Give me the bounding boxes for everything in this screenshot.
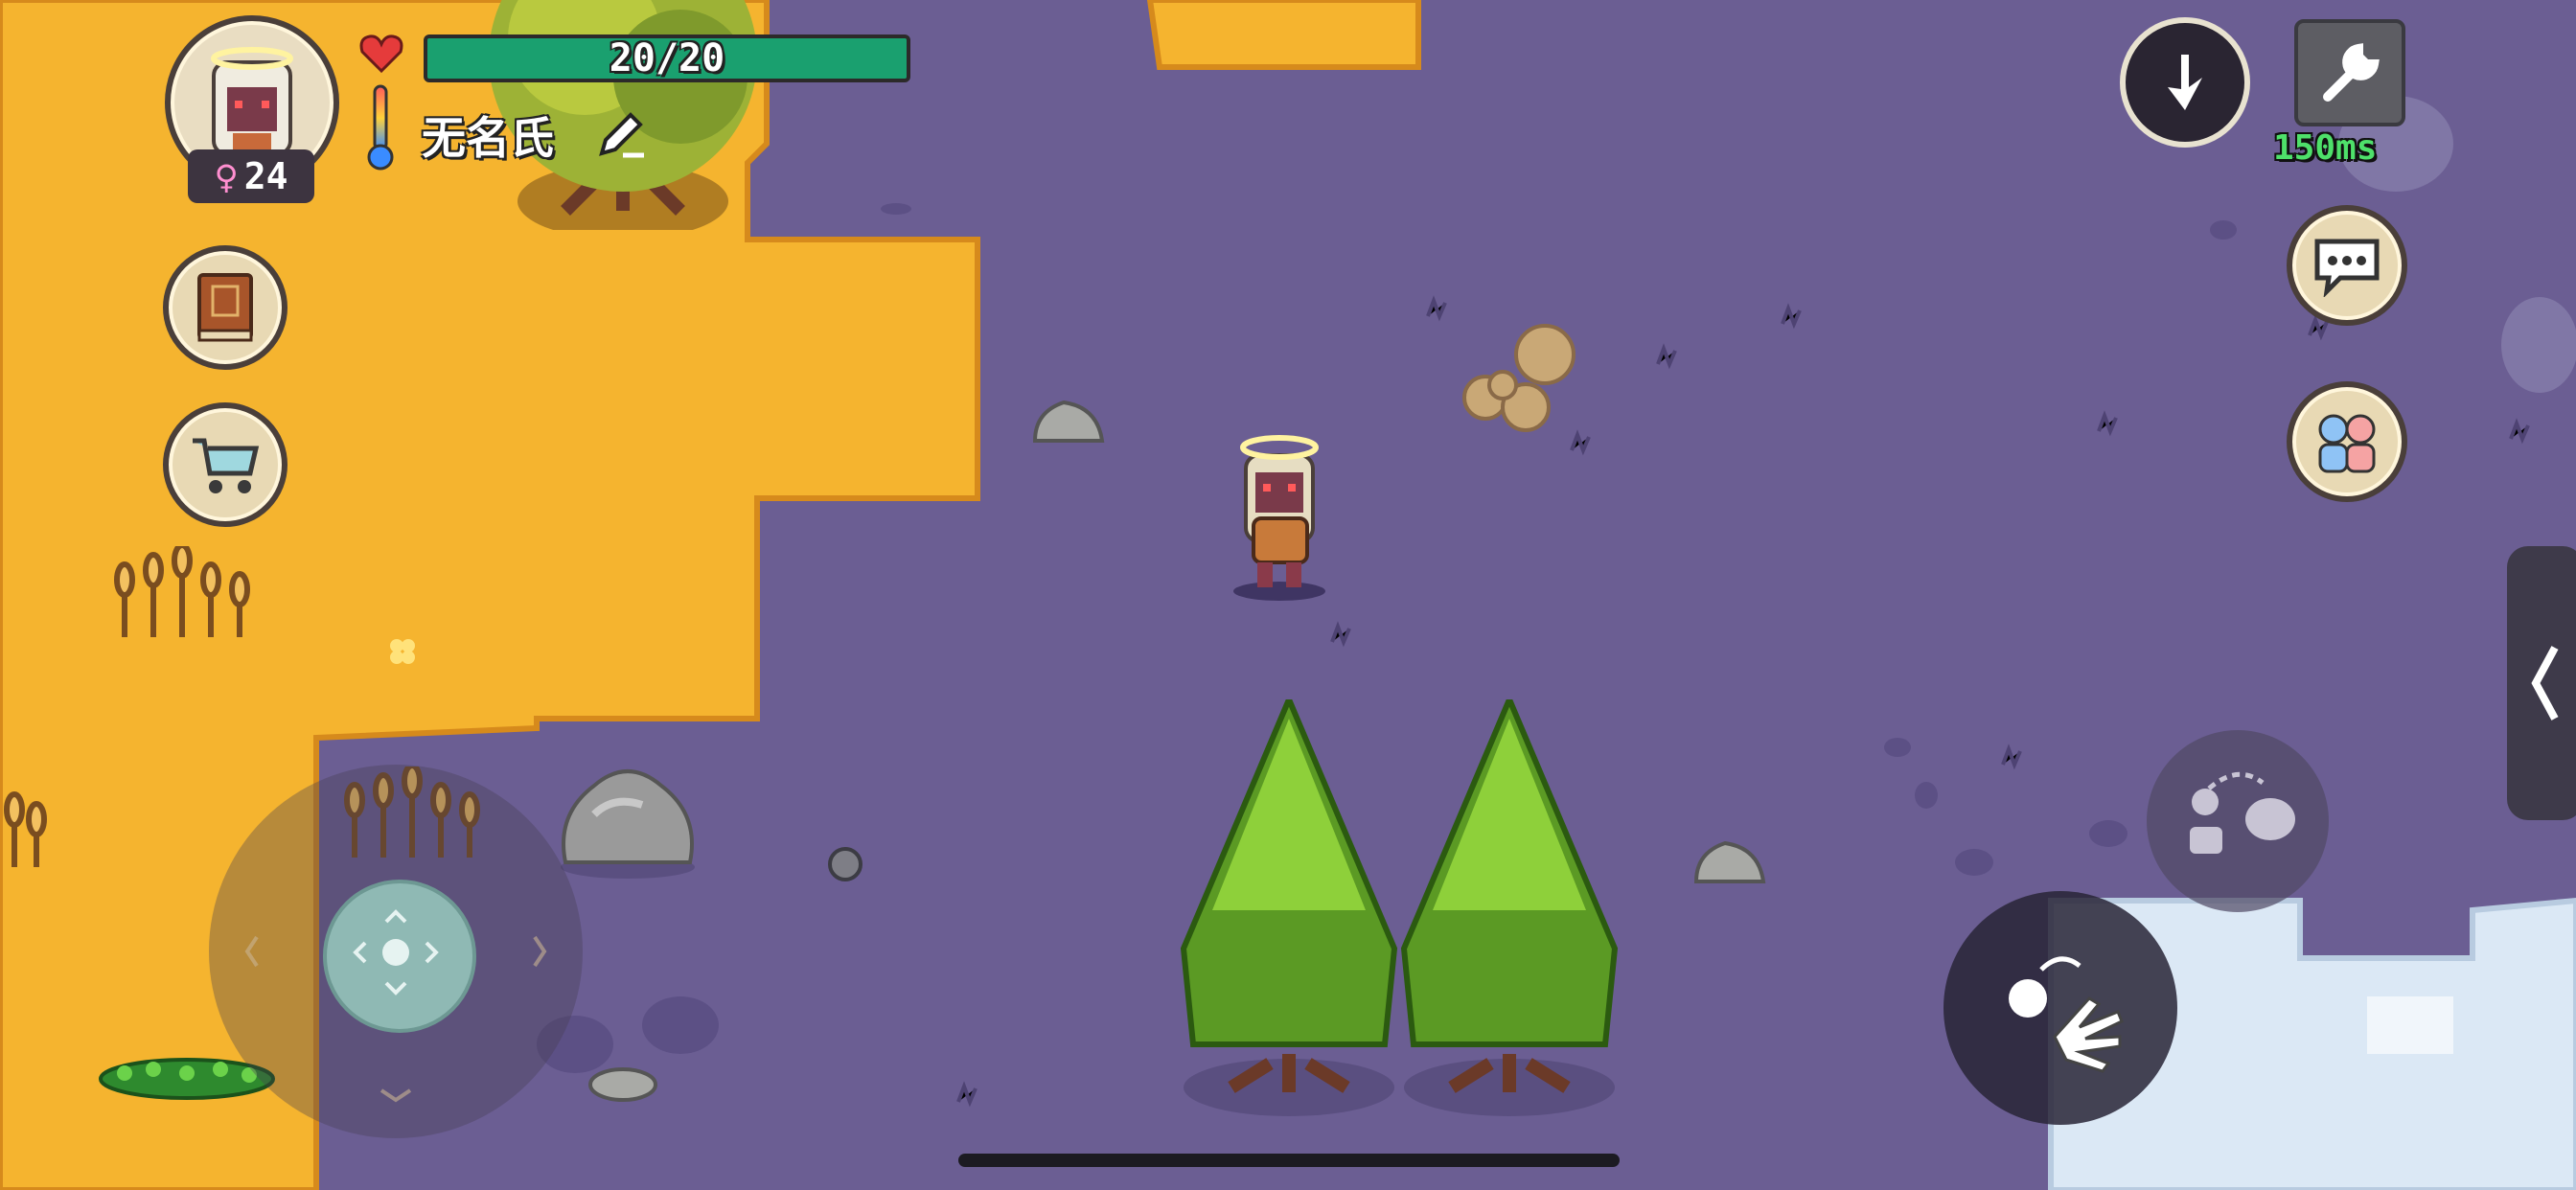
health-bar: 20/20 bbox=[424, 34, 910, 82]
settings-button[interactable] bbox=[2294, 19, 2405, 126]
clay-pile[interactable] bbox=[1438, 316, 1591, 441]
wheat-plant[interactable] bbox=[0, 776, 48, 872]
shopping-cart-icon bbox=[193, 438, 260, 493]
interact-button[interactable] bbox=[1944, 891, 2177, 1125]
family-button[interactable] bbox=[2287, 381, 2407, 502]
chat-button[interactable] bbox=[2287, 205, 2407, 326]
wrench-icon bbox=[2323, 43, 2380, 102]
drop-item-button[interactable] bbox=[2120, 17, 2250, 148]
pencil-icon[interactable] bbox=[594, 107, 648, 161]
down-arrow-icon bbox=[2168, 55, 2202, 110]
swap-hand-icon bbox=[2190, 771, 2295, 854]
gender-icon: ♀ bbox=[214, 152, 239, 200]
shop-button[interactable] bbox=[163, 402, 288, 527]
chevron-left-icon bbox=[2531, 646, 2559, 721]
age-value: 24 bbox=[243, 155, 288, 197]
heart-icon bbox=[359, 34, 403, 74]
recipe-book-button[interactable] bbox=[163, 245, 288, 370]
game-world[interactable]: ♀ 24 20/20 无名氏 150ms bbox=[0, 0, 2576, 1190]
two-people-icon bbox=[2318, 414, 2376, 473]
home-indicator[interactable] bbox=[958, 1154, 1620, 1167]
joystick-knob[interactable] bbox=[323, 880, 476, 1033]
pebble[interactable] bbox=[824, 843, 866, 881]
player-character[interactable] bbox=[1208, 426, 1351, 604]
pine-tree[interactable] bbox=[1164, 699, 1414, 1121]
speech-bubble-icon bbox=[2314, 239, 2380, 297]
small-rock[interactable] bbox=[1025, 393, 1112, 450]
wheat-plant[interactable] bbox=[96, 546, 278, 642]
desert-flower[interactable] bbox=[383, 632, 422, 671]
flat-stone[interactable] bbox=[585, 1062, 661, 1104]
book-icon bbox=[197, 273, 253, 342]
age-badge: ♀ 24 bbox=[188, 149, 314, 203]
health-text: 20/20 bbox=[609, 36, 725, 80]
pine-tree[interactable] bbox=[1385, 699, 1634, 1121]
thermometer-icon bbox=[367, 84, 394, 171]
player-portrait-icon bbox=[211, 47, 293, 156]
grab-hand-icon bbox=[2009, 956, 2124, 1073]
ping-indicator: 150ms bbox=[2273, 128, 2378, 168]
side-panel-toggle[interactable] bbox=[2507, 546, 2576, 820]
small-rock[interactable] bbox=[1687, 834, 1773, 891]
pickup-button[interactable] bbox=[2147, 730, 2329, 912]
player-name: 无名氏 bbox=[422, 112, 554, 164]
dpad-icon bbox=[353, 909, 439, 995]
